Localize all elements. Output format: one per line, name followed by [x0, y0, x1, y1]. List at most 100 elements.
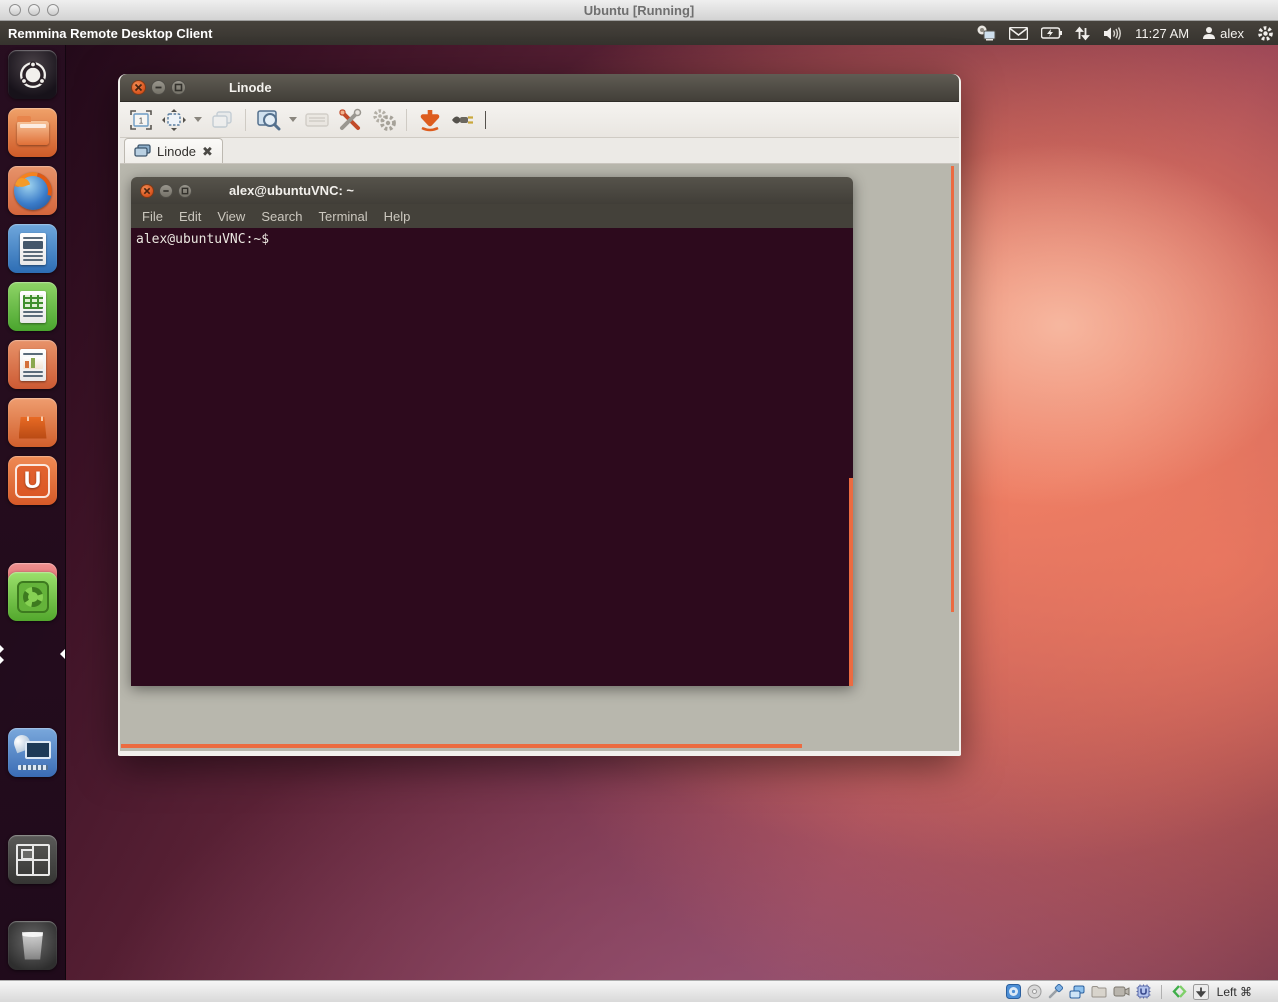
refresh-artifact-terminal	[849, 478, 853, 686]
network-adapters-icon[interactable]	[1069, 985, 1085, 999]
remmina-running-indicator	[0, 645, 4, 653]
terminal-content[interactable]: alex@ubuntuVNC:~$	[131, 228, 853, 686]
tools-gears-button[interactable]	[370, 107, 396, 133]
host-key-label: Left ⌘	[1217, 985, 1252, 999]
terminal-minimize-button[interactable]	[159, 184, 173, 198]
remmina-window-title: Linode	[229, 80, 272, 95]
trash-icon	[21, 932, 45, 960]
display-capture-icon[interactable]	[1113, 985, 1130, 998]
session-gear-icon[interactable]	[1257, 25, 1274, 42]
unity-top-panel: Remmina Remote Desktop Client 11:27 AM a…	[0, 21, 1278, 45]
shared-folders-icon[interactable]	[1091, 985, 1107, 998]
launcher-item-libreoffice-calc[interactable]	[8, 282, 57, 331]
shopping-bag-icon	[19, 417, 47, 439]
hard-disks-icon[interactable]	[1006, 984, 1021, 999]
fit-window-button[interactable]	[161, 107, 187, 133]
calc-spreadsheet-icon	[20, 291, 46, 323]
scaled-mode-dropdown-icon[interactable]	[289, 117, 297, 122]
terminal-close-button[interactable]	[140, 184, 154, 198]
tab-close-icon[interactable]: ✖	[202, 145, 213, 158]
launcher-item-trash[interactable]	[8, 921, 57, 970]
volume-icon[interactable]	[1103, 26, 1122, 41]
grab-keyboard-button[interactable]	[304, 107, 330, 133]
vbox-statusbar: Left ⌘	[0, 980, 1278, 1002]
menu-terminal[interactable]: Terminal	[319, 209, 368, 224]
ubuntu-logo-icon	[16, 58, 50, 92]
mouse-integration-icon[interactable]	[1172, 984, 1187, 999]
virtualization-chip-icon[interactable]	[1136, 984, 1151, 999]
usb-devices-icon[interactable]	[1048, 984, 1063, 999]
writer-document-icon	[20, 233, 46, 265]
window-close-button[interactable]	[131, 80, 146, 95]
launcher-item-libreoffice-impress[interactable]	[8, 340, 57, 389]
terminal-window-title: alex@ubuntuVNC: ~	[229, 183, 354, 198]
terminal-maximize-button[interactable]	[178, 184, 192, 198]
remote-desktop-view[interactable]: alex@ubuntuVNC: ~ File Edit View Search …	[120, 164, 959, 751]
username-label: alex	[1220, 26, 1244, 41]
vm-window-titlebar: Ubuntu [Running]	[0, 0, 1278, 21]
toggle-fullscreen-button[interactable]: 1	[128, 107, 154, 133]
vm-window-title: Ubuntu [Running]	[0, 3, 1278, 18]
disconnect-plug-button[interactable]	[450, 107, 476, 133]
impress-presentation-icon	[20, 349, 46, 381]
optical-drives-icon[interactable]	[1027, 984, 1042, 999]
keyboard-capture-icon[interactable]	[1193, 984, 1209, 1000]
menu-file[interactable]: File	[142, 209, 163, 224]
menu-edit[interactable]: Edit	[179, 209, 201, 224]
launcher-item-files[interactable]	[8, 108, 57, 157]
launcher-item-dash-home[interactable]	[8, 50, 57, 99]
desktop-wallpaper: U	[0, 45, 1278, 980]
toolbar-text-caret	[485, 111, 486, 129]
remmina-focused-indicator	[60, 649, 65, 659]
duplicate-connection-button[interactable]	[209, 107, 235, 133]
remote-screens-icon	[134, 144, 151, 158]
menu-search[interactable]: Search	[261, 209, 302, 224]
terminal-prompt: alex@ubuntuVNC:~$	[136, 232, 269, 247]
menu-view[interactable]: View	[217, 209, 245, 224]
minimize-window-button[interactable]	[417, 107, 443, 133]
refresh-artifact-right	[951, 166, 954, 612]
remmina-window: Linode 1	[118, 74, 961, 756]
fit-window-dropdown-icon[interactable]	[194, 117, 202, 122]
unity-launcher: U	[0, 45, 66, 980]
mail-icon[interactable]	[1009, 27, 1028, 40]
battery-icon[interactable]	[1041, 27, 1062, 39]
launcher-item-ubuntu-one[interactable]: U	[8, 456, 57, 505]
launcher-item-firefox[interactable]	[8, 166, 57, 215]
terminal-window: alex@ubuntuVNC: ~ File Edit View Search …	[131, 177, 853, 686]
green-gear-icon	[17, 581, 49, 613]
active-app-title: Remmina Remote Desktop Client	[8, 26, 212, 41]
toolbar-separator-2	[406, 109, 407, 131]
remmina-running-indicator-2	[0, 656, 4, 664]
remmina-toolbar: 1	[120, 102, 959, 138]
statusbar-separator	[1161, 985, 1162, 999]
svg-text:1: 1	[139, 116, 144, 125]
toolbar-separator	[245, 109, 246, 131]
preferences-tools-button[interactable]	[337, 107, 363, 133]
launcher-item-libreoffice-writer[interactable]	[8, 224, 57, 273]
launcher-item-software-center[interactable]	[8, 398, 57, 447]
clock[interactable]: 11:27 AM	[1135, 26, 1189, 41]
tab-linode[interactable]: Linode ✖	[124, 138, 223, 163]
workspace-grid-icon	[16, 844, 50, 876]
remmina-titlebar[interactable]: Linode	[120, 74, 959, 102]
terminal-menubar: File Edit View Search Terminal Help	[131, 204, 853, 228]
tab-label: Linode	[157, 144, 196, 159]
sync-arrows-icon[interactable]	[1075, 26, 1090, 41]
terminal-titlebar[interactable]: alex@ubuntuVNC: ~	[131, 177, 853, 204]
refresh-artifact-bottom	[121, 744, 802, 748]
launcher-item-workspace-switcher[interactable]	[8, 835, 57, 884]
window-maximize-button[interactable]	[171, 80, 186, 95]
folder-icon	[17, 121, 49, 145]
session-user[interactable]: alex	[1202, 26, 1244, 41]
indicator-area: 11:27 AM alex	[976, 21, 1274, 45]
monitor-icon	[25, 741, 51, 759]
toggle-scaled-mode-button[interactable]	[256, 107, 282, 133]
launcher-item-remmina[interactable]	[8, 728, 57, 777]
menu-help[interactable]: Help	[384, 209, 411, 224]
window-minimize-button[interactable]	[151, 80, 166, 95]
launcher-item-software-updater[interactable]	[8, 572, 57, 621]
remmina-applet-icon[interactable]	[976, 25, 996, 41]
firefox-icon	[14, 172, 52, 210]
remmina-tab-bar: Linode ✖	[120, 138, 959, 164]
